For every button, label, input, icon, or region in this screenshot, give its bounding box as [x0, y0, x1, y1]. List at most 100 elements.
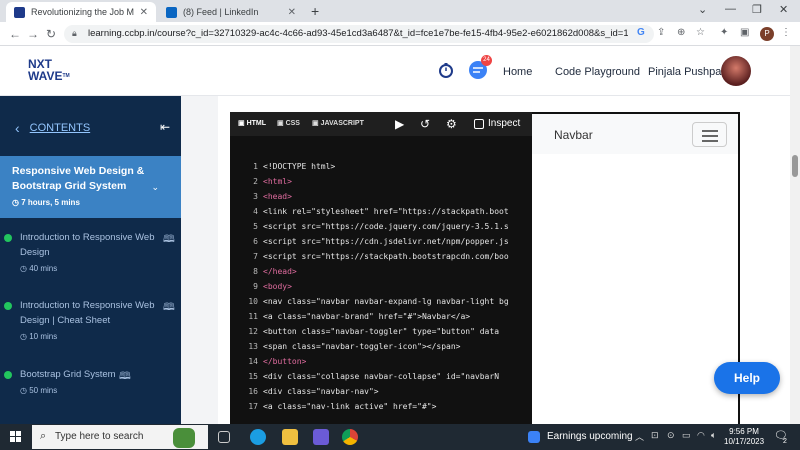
course-card[interactable]: Responsive Web Design & Bootstrap Grid S… — [0, 156, 181, 218]
restore-icon[interactable]: ❐ — [752, 3, 762, 16]
code-text: <div class="collapse navbar-collapse" id… — [263, 372, 500, 381]
close-tab-icon[interactable]: ✕ — [140, 7, 148, 18]
chevron-down-icon[interactable]: ⌄ — [151, 182, 159, 193]
chevron-up-icon[interactable]: ︿ — [635, 430, 644, 443]
stocks-icon[interactable] — [528, 431, 540, 443]
task-view-icon[interactable] — [218, 431, 230, 443]
stopwatch-icon[interactable] — [438, 62, 454, 78]
browser-tab-linkedin[interactable]: (8) Feed | LinkedIn ✕ — [158, 2, 304, 22]
book-icon[interactable]: 🕮 — [163, 232, 175, 249]
book-icon[interactable]: 🕮 — [163, 300, 175, 317]
earnings-widget[interactable]: Earnings upcoming — [547, 431, 633, 442]
tab-css[interactable]: ▣ CSS — [277, 119, 300, 127]
topic-item[interactable]: Bootstrap Grid System 🕮 ◷ 50 mins — [0, 367, 181, 417]
address-bar[interactable]: 🔒︎ learning.ccbp.in/course?c_id=32710329… — [64, 25, 654, 43]
wifi-icon[interactable]: ◠ — [697, 430, 705, 441]
close-window-icon[interactable]: ✕ — [779, 3, 788, 16]
line-number: 1 — [253, 162, 258, 171]
copilot-icon[interactable] — [313, 429, 329, 445]
code-text: <head> — [263, 192, 292, 201]
contents-header[interactable]: ‹ CONTENTS — [15, 120, 90, 136]
edge-browser-icon[interactable] — [250, 429, 266, 445]
battery-icon[interactable]: ▭ — [682, 430, 691, 441]
forward-arrow-icon[interactable]: → — [27, 27, 39, 41]
tab-javascript-label: JAVASCRIPT — [320, 120, 364, 127]
nxtwave-logo[interactable]: NXT WAVETM — [28, 58, 70, 82]
windows-start-icon[interactable] — [10, 431, 22, 443]
line-number: 11 — [248, 312, 258, 321]
completed-check-icon — [4, 234, 12, 242]
browser-tab-active[interactable]: Revolutionizing the Job Market | ✕ — [6, 2, 156, 22]
address-bar-url[interactable]: learning.ccbp.in/course?c_id=32710329-ac… — [88, 28, 628, 39]
code-text: <button class="navbar-toggler" type="but… — [263, 327, 500, 336]
user-avatar[interactable] — [721, 56, 751, 86]
tray-app-icon[interactable]: ⊡ — [651, 430, 659, 441]
meet-icon[interactable]: ⊙ — [667, 430, 675, 441]
more-menu-icon[interactable]: ⋮ — [781, 27, 791, 38]
browser-tab-title: Revolutionizing the Job Market | — [31, 7, 134, 17]
dragon-widget-icon[interactable] — [173, 428, 195, 448]
line-number: 14 — [248, 357, 258, 366]
chevron-down-icon[interactable]: ⌄ — [698, 3, 707, 16]
file-explorer-icon[interactable] — [282, 429, 298, 445]
site-header: NXT WAVETM 24 Home Code Playground Pinja… — [0, 46, 790, 96]
chevron-left-icon[interactable]: ‹ — [15, 120, 20, 136]
hamburger-menu-icon[interactable] — [692, 122, 727, 147]
book-icon[interactable]: 🕮 — [119, 369, 131, 386]
google-icon[interactable]: G — [637, 27, 645, 38]
reset-icon[interactable]: ↺ — [420, 117, 430, 131]
settings-gear-icon[interactable]: ⚙ — [446, 117, 457, 131]
tab-html[interactable]: ▣ HTML — [238, 119, 266, 127]
side-panel-icon[interactable]: ▣ — [740, 27, 749, 38]
close-tab-icon[interactable]: ✕ — [288, 7, 296, 18]
run-play-icon[interactable]: ▶ — [395, 117, 404, 131]
collapse-sidebar-icon[interactable]: ⇤ — [160, 120, 170, 134]
course-time: 7 hours, 5 mins — [21, 198, 80, 207]
inspect-toggle[interactable]: Inspect — [474, 118, 520, 129]
nav-code-playground-link[interactable]: Code Playground — [555, 66, 640, 78]
nav-home-link[interactable]: Home — [503, 66, 532, 78]
install-icon[interactable]: ⊕ — [677, 27, 685, 38]
minimize-icon[interactable]: — — [725, 3, 736, 15]
share-icon[interactable]: ⇪ — [657, 27, 665, 38]
back-arrow-icon[interactable]: ← — [9, 27, 21, 41]
preview-navbar-brand[interactable]: Navbar — [554, 128, 593, 142]
line-number: 3 — [253, 192, 258, 201]
page-scrollbar-thumb[interactable] — [792, 155, 798, 177]
contents-label[interactable]: CONTENTS — [30, 122, 91, 134]
clock-icon: ◷ — [20, 332, 30, 341]
course-sidebar: ‹ CONTENTS ⇤ Responsive Web Design & Boo… — [0, 96, 181, 424]
reload-icon[interactable]: ↻ — [46, 27, 56, 41]
tab-javascript[interactable]: ▣ JAVASCRIPT — [312, 119, 364, 127]
line-number: 16 — [248, 387, 258, 396]
topic-item[interactable]: Introduction to Responsive Web Design 🕮 … — [0, 230, 181, 290]
extensions-icon[interactable]: ✦ — [720, 27, 728, 38]
css-icon: ▣ — [277, 120, 286, 127]
clock-icon: ◷ — [20, 386, 30, 395]
line-number: 15 — [248, 372, 258, 381]
page-scrollbar[interactable] — [790, 46, 800, 424]
speaker-icon[interactable]: 🔈︎ — [711, 430, 716, 441]
user-name[interactable]: Pinjala Pushpa — [648, 66, 721, 78]
inspect-checkbox[interactable] — [474, 118, 484, 129]
system-clock[interactable]: 9:56 PM 10/17/2023 — [724, 427, 764, 447]
bookmark-star-icon[interactable]: ☆ — [696, 27, 705, 38]
code-text: <span class="navbar-toggler-icon"></span… — [263, 342, 461, 351]
code-area[interactable]: 1 <!DOCTYPE html> 2 <html> 3 <head> 4 <lin… — [230, 152, 532, 424]
line-number: 12 — [248, 327, 258, 336]
code-text: <script src="https://code.jquery.com/jqu… — [263, 222, 509, 231]
profile-avatar[interactable]: P — [760, 27, 774, 41]
preview-navbar: Navbar — [532, 114, 738, 154]
chrome-icon[interactable] — [342, 429, 358, 445]
new-tab-button[interactable]: + — [311, 3, 319, 19]
code-text: <nav class="navbar navbar-expand-lg navb… — [263, 297, 509, 306]
taskbar-search-placeholder: Type here to search — [55, 431, 144, 442]
logo-line2: WAVE — [28, 69, 63, 83]
help-button[interactable]: Help — [714, 362, 780, 394]
windows-taskbar: ⌕ Type here to search Earnings upcoming … — [0, 424, 800, 450]
topic-item[interactable]: Introduction to Responsive Web Design | … — [0, 298, 181, 358]
line-number: 17 — [248, 402, 258, 411]
logo-tm: TM — [62, 73, 70, 79]
inspect-label: Inspect — [488, 118, 521, 129]
browser-tab-title: (8) Feed | LinkedIn — [183, 7, 259, 17]
